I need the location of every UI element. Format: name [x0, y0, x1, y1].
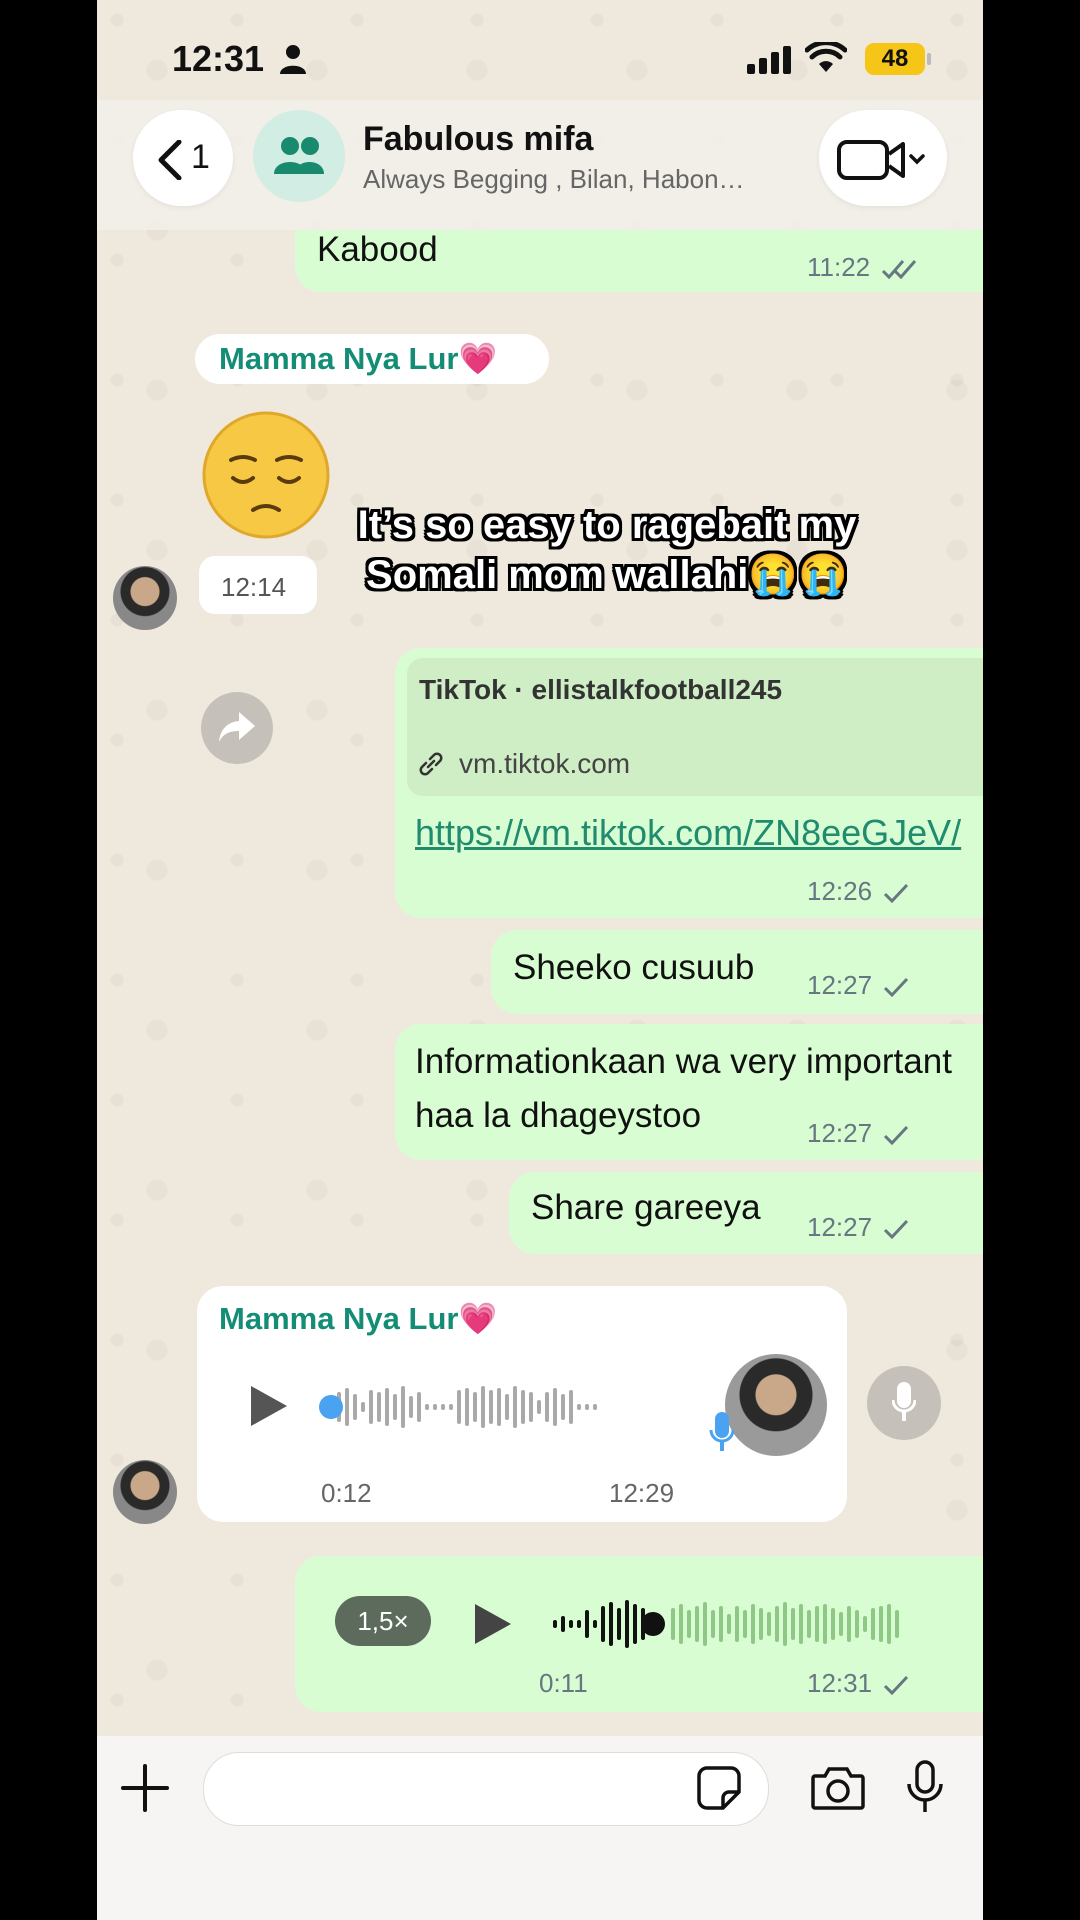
message-input[interactable]	[203, 1752, 769, 1826]
wifi-icon	[805, 42, 847, 72]
status-bar: 12:31 48	[97, 0, 983, 100]
check-icon	[884, 1676, 909, 1696]
unread-count: 1	[191, 138, 210, 176]
sender-avatar[interactable]	[113, 1460, 177, 1524]
caption-line-1: It’s so easy to ragebait my	[357, 503, 857, 547]
cellular-signal-icon	[747, 46, 791, 74]
check-icon	[884, 1126, 909, 1146]
video-caption-overlay: It’s so easy to ragebait my Somali mom w…	[347, 500, 867, 600]
video-camera-icon	[837, 140, 925, 180]
sender-avatar[interactable]	[113, 566, 177, 630]
link-preview-domain: vm.tiktok.com	[459, 748, 631, 779]
link-preview-title: TikTok · ellistalkfootball245	[419, 674, 783, 705]
phone-screen: 12:31 48 1 Fabulous mifa Always Begging …	[97, 0, 983, 1920]
forward-button[interactable]	[201, 692, 273, 764]
message-text: Kabood	[317, 230, 438, 269]
voice-reply-button[interactable]	[867, 1366, 941, 1440]
chevron-left-icon	[158, 140, 182, 180]
voice-waveform[interactable]	[319, 1380, 679, 1434]
message-text: Sheeko cusuub	[513, 948, 755, 987]
video-call-button[interactable]	[819, 110, 947, 206]
voice-duration: 0:12	[321, 1478, 372, 1508]
playback-speed-button[interactable]: 1,5×	[335, 1596, 431, 1646]
battery-indicator: 48	[865, 43, 925, 75]
composer-bar	[97, 1736, 983, 1920]
plus-icon[interactable]	[121, 1764, 169, 1812]
sticker-icon[interactable]	[697, 1766, 741, 1810]
voice-sender-avatar[interactable]	[725, 1354, 827, 1456]
message-time: 12:26	[807, 876, 909, 907]
microphone-icon	[709, 1412, 735, 1451]
microphone-icon	[892, 1382, 916, 1421]
status-time: 12:31	[172, 38, 265, 79]
message-time: 12:27	[807, 1118, 909, 1149]
check-icon	[884, 978, 909, 998]
play-icon[interactable]	[473, 1602, 513, 1646]
check-icon	[884, 1220, 909, 1240]
link-icon	[419, 752, 443, 776]
microphone-icon[interactable]	[907, 1760, 943, 1814]
voice-duration: 0:11	[539, 1668, 588, 1698]
battery-tip	[927, 53, 931, 65]
message-text: Share gareeya	[531, 1188, 761, 1227]
battery-level: 48	[881, 45, 909, 72]
back-button[interactable]: 1	[133, 110, 233, 206]
message-time: 12:27	[807, 1212, 909, 1243]
chat-title[interactable]: Fabulous mifa	[363, 120, 593, 159]
message-link[interactable]: https://vm.tiktok.com/ZN8eeGJeV/	[415, 812, 961, 854]
sender-name[interactable]: Mamma Nya Lur💗	[219, 340, 497, 377]
message-time: 12:31	[807, 1668, 909, 1699]
message-time: 12:29	[609, 1478, 675, 1508]
message-text-line-1: Informationkaan wa very important	[415, 1042, 952, 1081]
message-time: 12:14	[221, 572, 287, 602]
person-icon	[280, 45, 306, 74]
camera-icon[interactable]	[811, 1766, 865, 1810]
pensive-face-emoji	[202, 411, 330, 539]
chat-members[interactable]: Always Begging , Bilan, Habon…	[363, 164, 783, 195]
chat-header: 1 Fabulous mifa Always Begging , Bilan, …	[97, 100, 983, 230]
group-icon	[274, 137, 324, 174]
message-time: 12:27	[807, 970, 909, 1001]
play-icon[interactable]	[249, 1384, 289, 1428]
voice-waveform[interactable]	[553, 1596, 909, 1652]
forward-icon	[219, 712, 255, 742]
sender-name[interactable]: Mamma Nya Lur💗	[219, 1300, 497, 1337]
message-text-line-2: haa la dhageystoo	[415, 1096, 702, 1135]
check-icon	[884, 884, 909, 904]
caption-line-2: Somali mom wallahi😭😭	[366, 553, 848, 597]
group-avatar[interactable]	[253, 110, 345, 202]
double-check-icon	[882, 260, 917, 280]
message-time: 11:22	[807, 252, 921, 283]
